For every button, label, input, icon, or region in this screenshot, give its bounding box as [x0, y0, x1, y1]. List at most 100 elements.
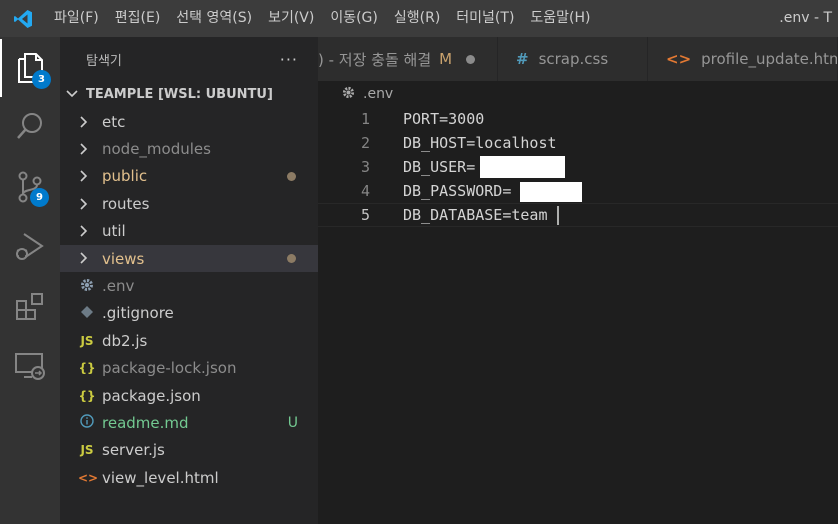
- code-text[interactable]: DB_PASSWORD=: [403, 182, 511, 200]
- tree-file-gitignore[interactable]: .gitignore: [60, 300, 318, 327]
- tree-file-env[interactable]: .env: [60, 272, 318, 299]
- code-text[interactable]: DB_USER=: [403, 158, 475, 176]
- menu-file[interactable]: 파일(F): [46, 0, 107, 37]
- code-editor[interactable]: 1 PORT=3000 2 DB_HOST=localhost 3 DB_USE…: [318, 107, 838, 524]
- tree-item-label: node_modules: [102, 140, 211, 159]
- extensions-icon: [16, 293, 43, 320]
- tree-item-label: .env: [102, 277, 135, 296]
- tree-item-label: package.json: [102, 386, 201, 405]
- text-cursor: [557, 206, 559, 225]
- html-file-icon: <>: [78, 470, 99, 485]
- explorer-badge: 3: [32, 70, 51, 89]
- chevron-right-icon: [80, 163, 88, 190]
- tab-label: ) - 저장 충돌 해결: [318, 50, 432, 69]
- chevron-right-icon: [80, 218, 88, 245]
- chevron-right-icon: [80, 190, 88, 217]
- gear-icon: [342, 86, 355, 103]
- tab-label: profile_update.html: [701, 50, 838, 68]
- tree-folder-node-modules[interactable]: node_modules: [60, 135, 318, 162]
- modified-dot: [287, 254, 296, 264]
- tab-scrap-css[interactable]: # scrap.css: [498, 37, 648, 81]
- menu-bar: 파일(F) 편집(E) 선택 영역(S) 보기(V) 이동(G) 실행(R) 터…: [46, 0, 599, 37]
- line-number: 4: [360, 182, 370, 200]
- html-file-icon: <>: [666, 50, 692, 68]
- unsaved-dot[interactable]: [466, 54, 476, 64]
- line-number: 3: [360, 158, 370, 176]
- tree-item-label: view_level.html: [102, 468, 219, 487]
- tree-folder-util[interactable]: util: [60, 218, 318, 245]
- redaction-box: [480, 156, 565, 178]
- line-number: 1: [360, 110, 370, 128]
- explorer-sidebar: 탐색기 ··· TEAMPLE [WSL: UBUNTU] etc node_m…: [60, 37, 318, 524]
- remote-explorer-activity[interactable]: [0, 337, 60, 395]
- untracked-status: U: [287, 414, 298, 431]
- search-activity[interactable]: [0, 97, 60, 155]
- tree-item-label: etc: [102, 112, 126, 131]
- menu-view[interactable]: 보기(V): [260, 0, 322, 37]
- javascript-file-icon: JS: [80, 443, 94, 458]
- code-text[interactable]: PORT=3000: [403, 110, 484, 128]
- source-control-activity[interactable]: 9: [0, 158, 60, 216]
- code-line: 3 DB_USER=: [318, 155, 838, 179]
- tree-file-package-lock[interactable]: {} package-lock.json: [60, 355, 318, 382]
- javascript-file-icon: JS: [80, 333, 94, 348]
- code-line: 1 PORT=3000: [318, 107, 838, 131]
- modified-dot: [287, 171, 296, 181]
- tree-folder-views[interactable]: views: [60, 244, 318, 273]
- menu-edit[interactable]: 편집(E): [107, 0, 169, 37]
- tree-folder-public[interactable]: public: [60, 163, 318, 190]
- git-diamond-icon: [78, 305, 96, 321]
- tree-item-label: public: [102, 167, 148, 186]
- css-file-icon: #: [516, 50, 529, 68]
- explorer-header: 탐색기 ···: [60, 37, 318, 81]
- tree-folder-etc[interactable]: etc: [60, 108, 318, 135]
- workspace-folder[interactable]: TEAMPLE [WSL: UBUNTU]: [60, 81, 318, 108]
- json-file-icon: {}: [78, 361, 96, 376]
- breadcrumb[interactable]: .env: [318, 81, 838, 107]
- more-actions-button[interactable]: ···: [280, 50, 298, 69]
- tree-item-label: .gitignore: [102, 304, 174, 323]
- file-tree: etc node_modules public routes util view…: [60, 108, 318, 491]
- menu-run[interactable]: 실행(R): [386, 0, 448, 37]
- tab-profile-update[interactable]: <> profile_update.html: [648, 37, 838, 81]
- menu-help[interactable]: 도움말(H): [522, 0, 598, 37]
- menu-terminal[interactable]: 터미널(T): [448, 0, 522, 37]
- tree-item-label: package-lock.json: [102, 359, 237, 378]
- menu-go[interactable]: 이동(G): [322, 0, 386, 37]
- tree-folder-routes[interactable]: routes: [60, 190, 318, 217]
- tree-file-server-js[interactable]: JS server.js: [60, 437, 318, 464]
- modified-badge: M: [439, 50, 453, 68]
- code-text[interactable]: DB_HOST=localhost: [403, 134, 557, 152]
- chevron-right-icon: [80, 135, 88, 162]
- breadcrumb-file[interactable]: .env: [363, 86, 393, 102]
- line-number: 5: [360, 206, 370, 224]
- tree-item-label: readme.md: [102, 413, 189, 432]
- editor-tabs: ) - 저장 충돌 해결 M # scrap.css <> profile_up…: [318, 37, 838, 81]
- workspace-folder-label: TEAMPLE [WSL: UBUNTU]: [86, 87, 273, 102]
- tab-merge-conflict[interactable]: ) - 저장 충돌 해결 M: [318, 37, 498, 81]
- window-title: .env - T: [779, 10, 832, 26]
- extensions-activity[interactable]: [0, 277, 60, 335]
- code-text[interactable]: DB_DATABASE=team: [403, 206, 548, 224]
- tree-file-package-json[interactable]: {} package.json: [60, 382, 318, 409]
- chevron-right-icon: [80, 245, 88, 272]
- tree-item-label: util: [102, 222, 126, 241]
- tab-label: scrap.css: [538, 50, 609, 68]
- explorer-activity[interactable]: 3: [0, 39, 60, 97]
- run-debug-activity[interactable]: [0, 217, 60, 275]
- json-file-icon: {}: [78, 388, 96, 403]
- scm-badge: 9: [30, 188, 49, 207]
- code-line-current: 5 DB_DATABASE=team: [318, 203, 838, 227]
- tree-file-view-level[interactable]: <> view_level.html: [60, 464, 318, 491]
- line-number: 2: [360, 134, 370, 152]
- menu-selection[interactable]: 선택 영역(S): [168, 0, 260, 37]
- remote-explorer-icon: [15, 353, 45, 380]
- search-icon: [17, 113, 42, 139]
- activity-bar: 3 9: [0, 37, 60, 524]
- vscode-logo-icon: [0, 0, 46, 37]
- tree-item-label: db2.js: [102, 331, 148, 350]
- tree-file-readme[interactable]: readme.md U: [60, 409, 318, 436]
- chevron-down-icon: [66, 87, 86, 102]
- tree-file-db2-js[interactable]: JS db2.js: [60, 327, 318, 354]
- redaction-box: [520, 182, 582, 202]
